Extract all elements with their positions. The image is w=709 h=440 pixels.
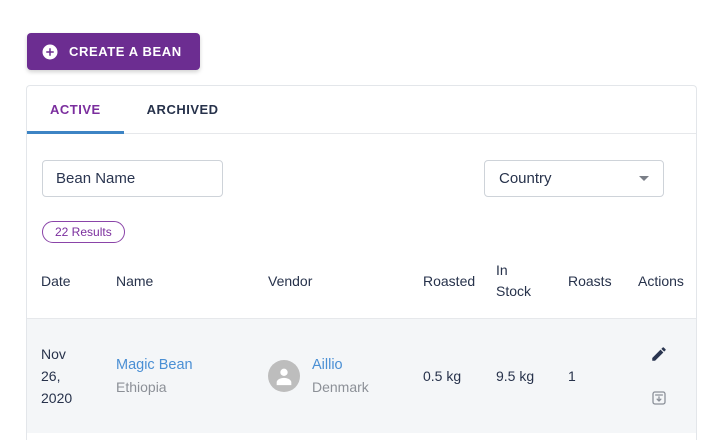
vendor-link[interactable]: Aillio <box>312 354 343 376</box>
country-select-value: Country <box>499 170 552 187</box>
tab-archived[interactable]: ARCHIVED <box>124 86 242 133</box>
bean-name-input[interactable] <box>42 160 223 197</box>
chevron-down-icon <box>639 176 649 181</box>
table-header: Date Name Vendor Roasted In Stock Roasts… <box>27 243 696 318</box>
col-header-vendor: Vendor <box>268 272 313 289</box>
col-header-date: Date <box>41 272 71 289</box>
tab-active[interactable]: ACTIVE <box>27 86 124 134</box>
create-a-bean-button[interactable]: CREATE A BEAN <box>27 33 200 70</box>
vendor-avatar-person-icon <box>268 360 300 392</box>
tab-active-label: ACTIVE <box>50 102 101 117</box>
bean-management-page: CREATE A BEAN ACTIVE ARCHIVED Country 22… <box>0 0 709 440</box>
bean-origin: Ethiopia <box>116 379 167 395</box>
edit-pencil-icon[interactable] <box>650 345 668 363</box>
plus-circle-icon <box>41 43 59 61</box>
vendor-location: Denmark <box>312 379 369 395</box>
col-header-in-stock: In Stock <box>496 261 532 299</box>
results-count-chip: 22 Results <box>42 221 125 243</box>
row-roasted: 0.5 kg <box>423 368 462 384</box>
bean-name-link[interactable]: Magic Bean <box>116 354 193 376</box>
row-roasts: 1 <box>568 368 576 384</box>
filters-row: Country <box>27 160 696 197</box>
col-header-name: Name <box>116 272 154 289</box>
col-header-roasts: Roasts <box>568 272 612 289</box>
tab-archived-label: ARCHIVED <box>146 102 219 117</box>
row-date: Nov 26, 2020 <box>41 346 73 406</box>
table-row: Nov 26, 2020 Magic Bean Ethiopia Aillio … <box>27 318 696 433</box>
create-a-bean-label: CREATE A BEAN <box>69 44 182 59</box>
beans-card: ACTIVE ARCHIVED Country 22 Results Date … <box>26 85 697 440</box>
tabs-bar: ACTIVE ARCHIVED <box>27 86 696 134</box>
row-in-stock: 9.5 kg <box>496 368 535 384</box>
col-header-actions: Actions <box>638 272 684 289</box>
col-header-roasted: Roasted <box>423 272 476 289</box>
country-select[interactable]: Country <box>484 160 664 197</box>
archive-box-icon[interactable] <box>650 389 668 407</box>
results-count-label: 22 Results <box>55 225 112 239</box>
